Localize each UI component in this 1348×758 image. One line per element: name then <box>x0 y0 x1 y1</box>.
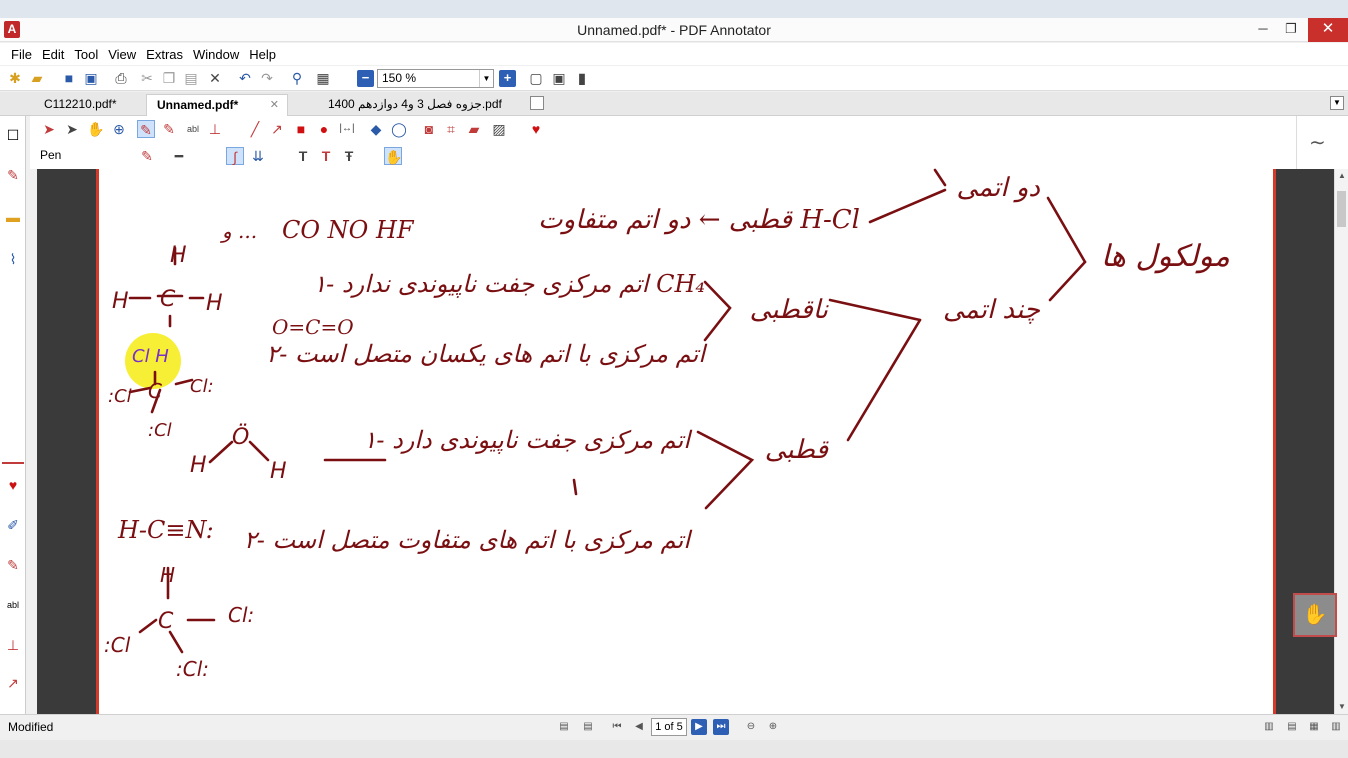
next-page-icon[interactable]: ▶ <box>691 719 707 735</box>
atom-c: C <box>160 287 176 312</box>
single-page-icon[interactable]: ▥ <box>1261 719 1277 735</box>
atom-o: Ö <box>232 424 249 450</box>
ink-line1: قطبی ← دو اتم متفاوت H-Cl <box>538 205 860 235</box>
atom-cl: :Cl <box>104 633 131 657</box>
atom-h: H <box>112 289 129 314</box>
floating-hand-button[interactable]: ✋ <box>1293 593 1337 637</box>
atom-c: C <box>158 609 174 634</box>
first-page-icon[interactable]: ⏮ <box>609 719 625 735</box>
previous-page-icon[interactable]: ◀ <box>631 719 647 735</box>
branch-line <box>846 318 922 442</box>
atom-h: H <box>170 243 187 268</box>
scroll-down-icon[interactable]: ▼ <box>1335 700 1348 714</box>
last-page-icon[interactable]: ⏭ <box>713 719 729 735</box>
branch-line <box>868 188 947 224</box>
ink-annotations: مولکول ها دو اتمی چند اتمی قطبی ← دو اتم… <box>104 168 1230 681</box>
scroll-thumb[interactable] <box>1337 191 1346 227</box>
status-bar: Modified ▤ ▤ ⏮ ◀ 1 of 5 ▶ ⏭ ⊖ ⊕ ▥ ▤ ▦ ▥ <box>0 714 1348 740</box>
ink-np2: ۲- اتم مرکزی با اتم های یکسان متصل است <box>266 340 707 368</box>
branch-line <box>1046 196 1087 264</box>
atom-cl: :Cl: <box>176 657 209 681</box>
back-icon[interactable]: ⊖ <box>743 719 759 735</box>
atom-c: C <box>148 379 162 403</box>
atom-cl-purple: Cl H <box>132 346 169 367</box>
atom-cl: Cl: <box>228 603 254 627</box>
ink-p1: ۱- اتم مرکزی جفت ناپیوندی دارد <box>363 426 692 454</box>
branch-bracket <box>696 430 755 510</box>
ink-p2: ۲- اتم مرکزی با اتم های متفاوت متصل است <box>244 526 692 554</box>
ink-diatomic: دو اتمی <box>956 173 1040 203</box>
prev-view-icon[interactable]: ▤ <box>556 719 572 735</box>
branch-bracket <box>703 280 732 342</box>
ink-root: مولکول ها <box>1101 239 1230 274</box>
forward-icon[interactable]: ⊕ <box>765 719 781 735</box>
ink-hcn: H-C≡N: <box>117 516 214 544</box>
ink-polar: قطبی <box>765 435 830 465</box>
atom-cl: :Cl <box>108 386 132 407</box>
two-pages-icon[interactable]: ▦ <box>1306 719 1322 735</box>
ink-molecules: CO NO HF <box>282 216 415 244</box>
atom-cl: Cl: <box>190 376 214 397</box>
ink-polyatomic: چند اتمی <box>943 295 1041 325</box>
scroll-up-icon[interactable]: ▲ <box>1335 169 1348 183</box>
next-view-icon[interactable]: ▤ <box>580 719 596 735</box>
mark <box>572 478 578 496</box>
atom-h: H <box>190 453 207 478</box>
ink-nonpolar: ناقطبی <box>750 295 829 325</box>
ink-np1: ۱- اتم مرکزی جفت ناپیوندی ندارد CH₄ <box>313 270 705 298</box>
ink-etc: و ... <box>219 219 257 243</box>
branch-line <box>828 298 922 322</box>
atom-h: H <box>270 459 287 484</box>
bottom-strip <box>0 740 1348 758</box>
continuous-icon[interactable]: ▤ <box>1284 719 1300 735</box>
atom-h: H <box>206 291 223 316</box>
page-indicator[interactable]: 1 of 5 <box>651 718 687 736</box>
ch4b-bonds <box>138 566 216 654</box>
ink-co2: O=C=O <box>272 315 354 339</box>
atom-h: H <box>160 563 175 587</box>
atom-cl: :Cl <box>148 420 172 441</box>
two-continuous-icon[interactable]: ▥ <box>1328 719 1344 735</box>
branch-line <box>1048 260 1087 302</box>
status-text: Modified <box>8 720 54 734</box>
branch-line <box>933 168 947 187</box>
